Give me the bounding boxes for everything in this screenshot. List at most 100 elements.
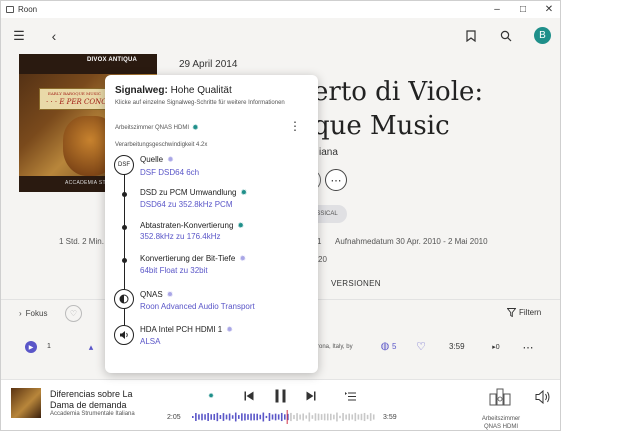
filter-label: Filtern bbox=[519, 308, 542, 317]
profile-avatar[interactable]: B bbox=[534, 27, 551, 44]
focus-button[interactable]: › Fokus bbox=[19, 309, 47, 318]
step-source-value[interactable]: DSF DSD64 6ch bbox=[140, 168, 199, 177]
enhanced-quality-icon: ✹ bbox=[239, 254, 247, 263]
playhead-marker[interactable] bbox=[286, 410, 288, 424]
waveform-bar bbox=[320, 414, 323, 420]
step-source[interactable]: Quelle ✹ bbox=[140, 155, 174, 164]
track-plays-icon: ▸0 bbox=[492, 344, 500, 351]
focus-label: Fokus bbox=[25, 309, 48, 318]
waveform-bar bbox=[247, 414, 249, 420]
waveform-bar bbox=[274, 413, 277, 421]
step-hdmi-output-value[interactable]: ALSA bbox=[140, 337, 160, 346]
waveform-bar bbox=[265, 415, 268, 419]
waveform-bar bbox=[326, 413, 329, 421]
waveform-bar bbox=[351, 414, 354, 420]
favorite-filter-heart-icon[interactable]: ♡ bbox=[65, 305, 82, 322]
step-dot bbox=[122, 225, 127, 230]
step-bit-depth-value[interactable]: 64bit Float zu 32bit bbox=[140, 266, 208, 275]
back-arrow-icon[interactable]: ‹ bbox=[46, 28, 62, 44]
volume-icon[interactable] bbox=[533, 388, 553, 406]
minimize-button[interactable]: – bbox=[485, 1, 509, 18]
window-title: Roon bbox=[18, 5, 38, 14]
search-icon[interactable] bbox=[498, 28, 514, 44]
step-dot bbox=[122, 192, 127, 197]
signal-path-quality: Hohe Qualität bbox=[170, 85, 232, 96]
step-hdmi-output[interactable]: HDA Intel PCH HDMI 1 ✹ bbox=[140, 325, 233, 334]
track-place-fragment: rona, Italy, by bbox=[317, 344, 353, 350]
waveform-bar bbox=[277, 414, 280, 420]
track-more-icon[interactable]: ⋯ bbox=[521, 341, 535, 354]
zone-speaker-icon[interactable] bbox=[488, 386, 512, 408]
bookmark-icon[interactable] bbox=[463, 28, 479, 44]
more-options-button[interactable]: ⋯ bbox=[325, 169, 347, 191]
elapsed-time: 2:05 bbox=[167, 414, 181, 421]
step-dsd-to-pcm[interactable]: DSD zu PCM Umwandlung ✹ bbox=[140, 188, 247, 197]
waveform-bar bbox=[323, 413, 326, 421]
waveform-bar bbox=[336, 412, 338, 422]
tab-versions[interactable]: VERSIONEN bbox=[331, 279, 381, 288]
waveform-bar bbox=[302, 413, 304, 421]
waveform-bar bbox=[244, 413, 246, 421]
recording-date: Aufnahmedatum 30 Apr. 2010 - 2 Mai 2010 bbox=[335, 237, 488, 246]
now-playing-artist[interactable]: Accademia Strumentale Italiana bbox=[50, 411, 135, 417]
zone-name-line2: QNAS HDMI bbox=[483, 424, 518, 430]
waveform-bar bbox=[290, 412, 292, 422]
waveform-bar bbox=[234, 412, 237, 422]
signal-path-subtitle: Klicke auf einzelne Signalweg-Schritte f… bbox=[115, 100, 285, 106]
next-track-icon[interactable] bbox=[302, 388, 320, 404]
step-dot bbox=[122, 258, 127, 263]
waveform-bar bbox=[317, 413, 320, 421]
step-dsd-to-pcm-value[interactable]: DSD64 zu 352.8kHz PCM bbox=[140, 200, 232, 209]
waveform-bar bbox=[360, 413, 363, 421]
album-artist[interactable]: iana bbox=[319, 147, 338, 158]
track-heart-icon[interactable]: ♡ bbox=[415, 340, 427, 353]
step-bit-depth[interactable]: Konvertierung der Bit-Tiefe ✹ bbox=[140, 254, 246, 263]
waveform-bar bbox=[198, 414, 200, 420]
waveform-bar bbox=[216, 412, 219, 422]
waveform-bar bbox=[222, 413, 225, 421]
roon-window: Roon – □ ✕ ☰ ‹ B DIVOX ANTIQUA EARLY BAR… bbox=[0, 0, 561, 431]
speaker-output-icon bbox=[114, 325, 134, 345]
versions-icon[interactable]: ◍ bbox=[379, 340, 391, 352]
signal-path-more-icon[interactable]: ⋮ bbox=[289, 120, 301, 132]
zone-name[interactable]: Arbeitszimmer QNAS HDMI bbox=[477, 415, 525, 430]
waveform-bar bbox=[256, 413, 258, 421]
queue-icon[interactable] bbox=[342, 388, 358, 404]
signal-path-zone-name: Arbeitszimmer QNAS HDMI bbox=[115, 124, 190, 131]
zone-name-line1: Arbeitszimmer bbox=[481, 416, 521, 422]
now-playing-bar: Diferencias sobre La Dama de demanda Acc… bbox=[1, 379, 560, 430]
step-qnas-value[interactable]: Roon Advanced Audio Transport bbox=[140, 302, 255, 311]
close-window-button[interactable]: ✕ bbox=[537, 1, 560, 18]
high-quality-icon: ✹ bbox=[237, 221, 245, 230]
step-sample-rate[interactable]: Abtastraten-Konvertierung ✹ bbox=[140, 221, 244, 230]
now-playing-title[interactable]: Diferencias sobre La Dama de demanda bbox=[50, 389, 150, 411]
step-sample-rate-value[interactable]: 352.8kHz zu 176.4kHz bbox=[140, 232, 221, 241]
waveform-bar bbox=[357, 414, 360, 420]
waveform-bar bbox=[369, 413, 372, 421]
waveform-bar bbox=[195, 413, 197, 421]
album-duration: 1 Std. 2 Min. bbox=[59, 237, 104, 246]
waveform-bar bbox=[192, 416, 194, 418]
enhanced-quality-icon: ✹ bbox=[167, 155, 174, 164]
maximize-button[interactable]: □ bbox=[511, 1, 535, 18]
waveform-bar bbox=[372, 414, 375, 420]
signal-path-quality-dot-icon[interactable]: ✹ bbox=[206, 390, 216, 402]
now-playing-cover[interactable] bbox=[11, 388, 41, 418]
hamburger-menu-icon[interactable]: ☰ bbox=[11, 28, 27, 44]
filter-button[interactable]: Filtern bbox=[507, 308, 541, 317]
previous-track-icon[interactable] bbox=[240, 388, 258, 404]
waveform-bar bbox=[348, 413, 350, 421]
waveform-bar bbox=[363, 412, 366, 422]
versions-count[interactable]: 5 bbox=[392, 342, 396, 351]
quality-dot-icon: ✹ bbox=[192, 123, 199, 132]
qnas-device-icon bbox=[114, 289, 134, 309]
waveform-bar bbox=[241, 413, 243, 421]
progress-waveform[interactable] bbox=[191, 410, 375, 424]
waveform-bar bbox=[342, 413, 344, 421]
waveform-bar bbox=[210, 414, 212, 420]
step-qnas[interactable]: QNAS ✹ bbox=[140, 290, 173, 299]
pause-icon[interactable] bbox=[271, 386, 289, 406]
play-track-icon[interactable]: ▶ bbox=[25, 341, 37, 353]
waveform-bar bbox=[231, 415, 234, 419]
signal-path-title: Signalweg: Hohe Qualität bbox=[115, 85, 232, 96]
